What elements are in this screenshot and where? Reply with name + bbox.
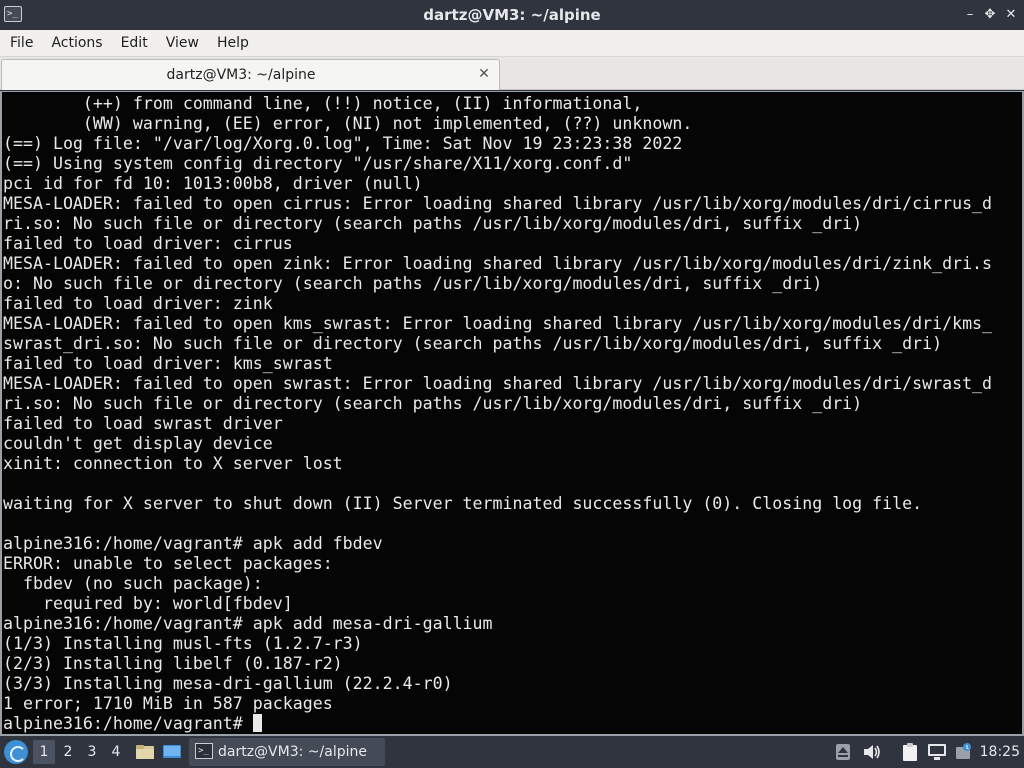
minimize-button[interactable]: – [962,6,978,24]
tab-close-icon[interactable]: ✕ [477,66,491,82]
tab-terminal[interactable]: dartz@VM3: ~/alpine ✕ [1,59,500,90]
terminal-icon: >_ [195,743,213,759]
taskbar-item-label: dartz@VM3: ~/alpine [218,744,367,760]
menu-edit[interactable]: Edit [111,30,156,57]
workspace-2[interactable]: 2 [57,740,79,764]
tab-bar: dartz@VM3: ~/alpine ✕ [0,57,1024,90]
eject-icon[interactable] [834,742,852,762]
terminal-view[interactable]: (++) from command line, (!!) notice, (II… [0,91,1024,736]
taskbar-item-terminal[interactable]: >_ dartz@VM3: ~/alpine [189,738,385,766]
close-button[interactable]: ✕ [1003,6,1019,24]
workspace-4[interactable]: 4 [105,740,127,764]
window-titlebar[interactable]: >_ dartz@VM3: ~/alpine – ✥ ✕ [0,0,1024,30]
menu-file[interactable]: File [0,30,41,57]
terminal-output[interactable]: (++) from command line, (!!) notice, (II… [3,94,1019,734]
workspace-1[interactable]: 1 [33,740,55,764]
terminal-scrollback: (++) from command line, (!!) notice, (II… [3,94,993,713]
clipboard-icon[interactable] [900,742,920,762]
menu-help[interactable]: Help [207,30,257,57]
menu-actions[interactable]: Actions [41,30,110,57]
text-cursor [252,714,262,732]
menubar: File Actions Edit View Help [0,30,1024,57]
volume-icon[interactable] [862,742,882,762]
lxqt-start-icon[interactable] [4,740,28,764]
workspace-3[interactable]: 3 [81,740,103,764]
tab-label: dartz@VM3: ~/alpine [166,67,316,83]
folder-icon[interactable] [135,742,155,762]
network-icon[interactable] [927,742,947,762]
maximize-button[interactable]: ✥ [982,6,998,24]
window-title: dartz@VM3: ~/alpine [423,6,601,24]
taskbar: 1 2 3 4 >_ dartz@VM3: ~/alpine 18:25 [0,736,1024,768]
clock[interactable]: 18:25 [980,736,1020,768]
menu-view[interactable]: View [156,30,207,57]
terminal-prompt: alpine316:/home/vagrant# [3,714,253,733]
update-icon[interactable] [953,742,973,762]
desktop-icon[interactable] [162,742,182,762]
desktop: >_ dartz@VM3: ~/alpine – ✥ ✕ File Actions… [0,0,1024,768]
